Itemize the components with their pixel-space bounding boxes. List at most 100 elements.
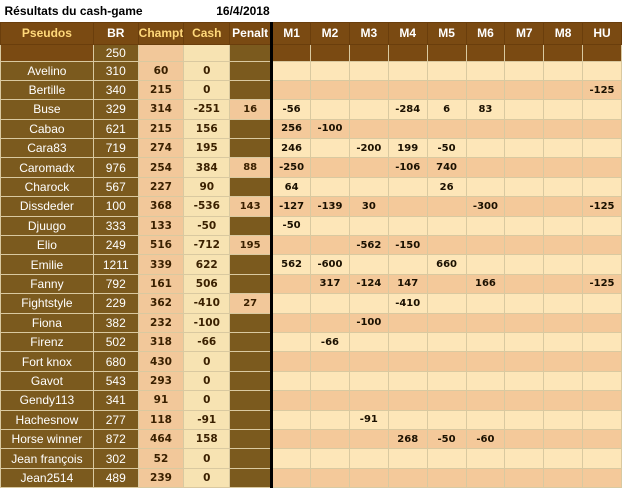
cash-cell[interactable]: 0 bbox=[183, 79, 231, 101]
cash-cell[interactable]: -50 bbox=[183, 215, 231, 237]
player-name-cell[interactable]: Avelino bbox=[0, 60, 94, 81]
cash-cell[interactable]: 0 bbox=[183, 351, 231, 372]
championship-cell[interactable]: 339 bbox=[137, 254, 185, 275]
player-name-cell[interactable]: Fort knox bbox=[0, 351, 94, 372]
player-name-cell[interactable]: Gavot bbox=[0, 370, 94, 392]
match-cell-m8[interactable] bbox=[543, 157, 583, 178]
championship-cell[interactable]: 274 bbox=[137, 138, 185, 159]
match-cell-m6[interactable] bbox=[465, 215, 506, 237]
cash-cell[interactable]: 0 bbox=[183, 390, 231, 411]
match-cell-m7[interactable] bbox=[504, 467, 545, 489]
match-cell-m3[interactable] bbox=[348, 157, 389, 178]
championship-cell[interactable]: 293 bbox=[137, 370, 185, 392]
match-cell-m2[interactable] bbox=[310, 448, 350, 469]
player-name-cell[interactable]: Gendy113 bbox=[0, 390, 94, 411]
match-cell-m5[interactable] bbox=[426, 409, 467, 430]
match-cell-m5[interactable] bbox=[426, 331, 467, 353]
bankroll-cell[interactable]: 543 bbox=[92, 370, 139, 392]
match-cell-m8[interactable] bbox=[543, 273, 583, 295]
match-cell-hu[interactable] bbox=[582, 60, 622, 81]
match-cell-m7[interactable] bbox=[504, 312, 545, 333]
cash-cell[interactable]: 158 bbox=[183, 428, 231, 450]
penalty-cell[interactable] bbox=[229, 215, 274, 237]
match-cell-m7[interactable] bbox=[504, 273, 545, 295]
match-cell-hu[interactable] bbox=[582, 293, 622, 314]
match-cell-m2[interactable] bbox=[310, 428, 350, 450]
header-m4[interactable]: M4 bbox=[387, 21, 428, 45]
bankroll-cell[interactable]: 1211 bbox=[92, 254, 139, 275]
bankroll-cell[interactable]: 872 bbox=[92, 428, 139, 450]
match-cell-m1[interactable]: -56 bbox=[271, 99, 312, 120]
match-cell-m1[interactable]: 256 bbox=[271, 118, 312, 140]
sheet-title[interactable]: Résultats du cash-game bbox=[0, 0, 184, 22]
player-name-cell[interactable]: Dissdeder bbox=[0, 196, 94, 217]
cash-cell[interactable]: -410 bbox=[183, 293, 231, 314]
match-cell-hu[interactable] bbox=[582, 467, 622, 489]
match-cell-m6[interactable] bbox=[465, 138, 506, 159]
match-cell-m1[interactable]: -50 bbox=[271, 215, 312, 237]
match-cell-m1[interactable] bbox=[271, 351, 312, 372]
match-cell-m6[interactable] bbox=[465, 293, 506, 314]
match-cell-m5[interactable] bbox=[426, 79, 467, 101]
player-name-cell[interactable]: Caromadx bbox=[0, 157, 94, 178]
match-cell-m7[interactable] bbox=[504, 60, 545, 81]
match-cell-m5[interactable] bbox=[426, 370, 467, 392]
match-cell-m6[interactable] bbox=[465, 118, 506, 140]
header-champt[interactable]: Champt bbox=[137, 21, 185, 45]
match-cell-m4[interactable] bbox=[387, 351, 428, 372]
player-name-cell[interactable]: Firenz bbox=[0, 331, 94, 353]
match-cell-m2[interactable] bbox=[310, 157, 350, 178]
match-cell-hu[interactable]: -125 bbox=[582, 273, 622, 295]
match-cell-m5[interactable] bbox=[426, 196, 467, 217]
match-cell-m7[interactable] bbox=[504, 409, 545, 430]
match-cell-m2[interactable] bbox=[310, 351, 350, 372]
championship-cell[interactable]: 215 bbox=[137, 118, 185, 140]
match-cell-m1[interactable] bbox=[271, 273, 312, 295]
penalty-cell[interactable] bbox=[229, 254, 274, 275]
match-cell-m6[interactable] bbox=[465, 79, 506, 101]
match-cell-m6[interactable] bbox=[465, 254, 506, 275]
bankroll-cell[interactable]: 341 bbox=[92, 390, 139, 411]
player-name-cell[interactable]: Fanny bbox=[0, 273, 94, 295]
match-cell-m1[interactable] bbox=[271, 390, 312, 411]
match-cell-m8[interactable] bbox=[543, 60, 583, 81]
championship-cell[interactable]: 215 bbox=[137, 79, 185, 101]
match-cell-m4[interactable] bbox=[387, 254, 428, 275]
match-cell-m7[interactable] bbox=[504, 351, 545, 372]
championship-cell[interactable]: 239 bbox=[137, 467, 185, 489]
match-cell-m4[interactable] bbox=[387, 331, 428, 353]
match-cell-m8[interactable] bbox=[543, 196, 583, 217]
match-cell-m1[interactable] bbox=[271, 467, 312, 489]
penalty-cell[interactable] bbox=[229, 351, 274, 372]
match-cell-m6[interactable] bbox=[465, 370, 506, 392]
match-cell-m3[interactable] bbox=[348, 448, 389, 469]
penalty-cell[interactable] bbox=[229, 370, 274, 392]
match-cell-m7[interactable] bbox=[504, 390, 545, 411]
match-cell-m6[interactable] bbox=[465, 448, 506, 469]
cash-cell[interactable]: 0 bbox=[183, 448, 231, 469]
match-cell-m3[interactable] bbox=[348, 390, 389, 411]
match-cell-m8[interactable] bbox=[543, 254, 583, 275]
cash-cell[interactable]: 195 bbox=[183, 138, 231, 159]
match-cell-m4[interactable] bbox=[387, 409, 428, 430]
cash-cell[interactable]: 0 bbox=[183, 60, 231, 81]
cash-cell[interactable]: 622 bbox=[183, 254, 231, 275]
bankroll-cell[interactable]: 333 bbox=[92, 215, 139, 237]
header-cash[interactable]: Cash bbox=[183, 21, 231, 45]
cash-cell[interactable]: 0 bbox=[183, 370, 231, 392]
player-name-cell[interactable]: Fightstyle bbox=[0, 293, 94, 314]
match-cell-m5[interactable]: 6 bbox=[426, 99, 467, 120]
match-cell-m1[interactable]: 246 bbox=[271, 138, 312, 159]
match-cell-m3[interactable]: -100 bbox=[348, 312, 389, 333]
match-cell-m3[interactable] bbox=[348, 79, 389, 101]
match-cell-m6[interactable] bbox=[465, 60, 506, 81]
championship-cell[interactable]: 118 bbox=[137, 409, 185, 430]
match-cell-m2[interactable] bbox=[310, 79, 350, 101]
match-cell-m5[interactable] bbox=[426, 467, 467, 489]
penalty-cell[interactable] bbox=[229, 467, 274, 489]
match-cell-m5[interactable]: 26 bbox=[426, 176, 467, 198]
header-m7[interactable]: M7 bbox=[504, 21, 545, 45]
match-cell-hu[interactable] bbox=[582, 409, 622, 430]
player-name-cell[interactable]: Djuugo bbox=[0, 215, 94, 237]
match-cell-m4[interactable]: -106 bbox=[387, 157, 428, 178]
